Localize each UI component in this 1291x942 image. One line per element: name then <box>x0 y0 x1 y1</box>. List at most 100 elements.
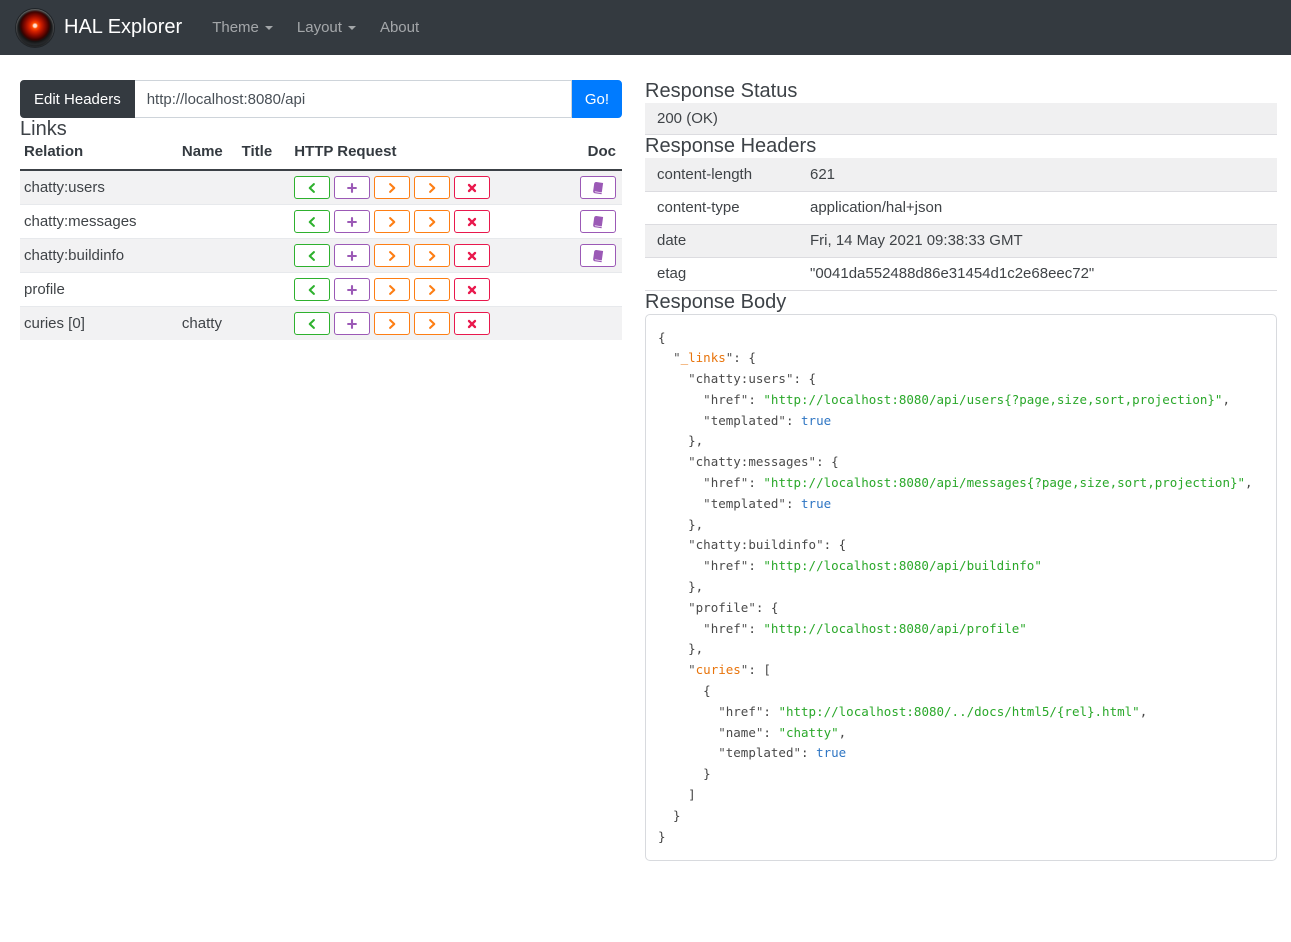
column-header-doc: Doc <box>576 141 622 171</box>
response-panel: Response Status 200 (OK) Response Header… <box>645 80 1277 862</box>
put-request-button[interactable] <box>374 176 411 199</box>
response-headers-body: content-length 621 content-type application… <box>645 158 1277 291</box>
url-input[interactable] <box>134 80 572 118</box>
http-request-cell <box>290 306 576 340</box>
relation-cell: chatty:buildinfo <box>20 238 178 273</box>
plus-icon <box>346 182 358 194</box>
get-request-button[interactable] <box>294 244 331 267</box>
put-request-button[interactable] <box>374 210 411 233</box>
response-header-row: content-type application/hal+json <box>645 191 1277 225</box>
chevron-left-icon <box>306 216 318 228</box>
response-body-code: { "_links": { "chatty:users": { "href": … <box>645 313 1277 862</box>
get-request-button[interactable] <box>294 278 331 301</box>
request-panel: Edit Headers Go! Links Relation Name Tit… <box>20 80 622 340</box>
brand-link[interactable]: HAL Explorer <box>16 8 182 47</box>
x-icon <box>466 318 478 330</box>
relation-cell: profile <box>20 272 178 307</box>
doc-button[interactable] <box>580 244 616 267</box>
patch-request-button[interactable] <box>414 176 451 199</box>
x-icon <box>466 250 478 262</box>
put-request-button[interactable] <box>374 278 411 301</box>
column-header-relation: Relation <box>20 141 178 171</box>
header-value: 621 <box>798 158 1277 192</box>
header-value: Fri, 14 May 2021 09:38:33 GMT <box>798 224 1277 258</box>
chevron-down-icon <box>347 25 356 30</box>
header-name: content-type <box>645 191 798 225</box>
header-name: date <box>645 224 798 258</box>
response-header-row: date Fri, 14 May 2021 09:38:33 GMT <box>645 224 1277 258</box>
put-request-button[interactable] <box>374 312 411 335</box>
post-request-button[interactable] <box>334 312 371 335</box>
delete-request-button[interactable] <box>454 312 491 335</box>
response-header-row: etag "0041da552488d86e31454d1c2e68eec72" <box>645 257 1277 291</box>
table-row: profile <box>20 272 622 307</box>
book-icon <box>591 215 605 229</box>
get-request-button[interactable] <box>294 176 331 199</box>
chevron-right-icon <box>386 216 398 228</box>
doc-cell <box>576 272 622 307</box>
get-request-button[interactable] <box>294 312 331 335</box>
title-cell <box>237 204 291 239</box>
response-header-row: content-length 621 <box>645 158 1277 192</box>
navbar: HAL Explorer Theme Layout About <box>0 0 1291 55</box>
plus-icon <box>346 284 358 296</box>
post-request-button[interactable] <box>334 176 371 199</box>
chevron-right-icon <box>426 284 438 296</box>
main-content: Edit Headers Go! Links Relation Name Tit… <box>0 55 1291 862</box>
relation-cell: curies [0] <box>20 306 178 340</box>
title-cell <box>237 238 291 273</box>
plus-icon <box>346 250 358 262</box>
chevron-down-icon <box>264 25 273 30</box>
post-request-button[interactable] <box>334 278 371 301</box>
nav-item-layout[interactable]: Layout <box>285 11 368 44</box>
delete-request-button[interactable] <box>454 278 491 301</box>
get-request-button[interactable] <box>294 210 331 233</box>
column-header-http-request: HTTP Request <box>290 141 576 171</box>
header-value: "0041da552488d86e31454d1c2e68eec72" <box>798 257 1277 291</box>
chevron-right-icon <box>386 284 398 296</box>
links-table: Relation Name Title HTTP Request Doc cha… <box>20 141 622 340</box>
name-cell <box>177 204 238 239</box>
title-cell <box>237 306 291 340</box>
doc-button[interactable] <box>580 176 616 199</box>
http-request-cell <box>290 272 576 307</box>
patch-request-button[interactable] <box>414 244 451 267</box>
nav-item-theme[interactable]: Theme <box>200 11 285 44</box>
patch-request-button[interactable] <box>414 278 451 301</box>
delete-request-button[interactable] <box>454 210 491 233</box>
links-section-title: Links <box>20 118 67 140</box>
book-icon <box>591 181 605 195</box>
http-request-cell <box>290 204 576 239</box>
column-header-title: Title <box>237 141 291 171</box>
post-request-button[interactable] <box>334 244 371 267</box>
chevron-left-icon <box>306 250 318 262</box>
chevron-right-icon <box>386 250 398 262</box>
x-icon <box>466 284 478 296</box>
doc-cell <box>576 306 622 340</box>
patch-request-button[interactable] <box>414 312 451 335</box>
go-button[interactable]: Go! <box>571 80 622 118</box>
http-request-cell <box>290 170 576 205</box>
patch-request-button[interactable] <box>414 210 451 233</box>
plus-icon <box>346 318 358 330</box>
hal-eye-logo-icon <box>16 8 54 47</box>
chevron-right-icon <box>426 318 438 330</box>
doc-button[interactable] <box>580 210 616 233</box>
table-row: chatty:buildinfo <box>20 238 622 273</box>
name-cell <box>178 170 238 205</box>
post-request-button[interactable] <box>334 210 371 233</box>
delete-request-button[interactable] <box>454 244 491 267</box>
doc-cell <box>576 170 622 205</box>
nav-item-layout-label: Layout <box>296 19 342 36</box>
edit-headers-button[interactable]: Edit Headers <box>20 80 135 118</box>
request-bar: Edit Headers Go! <box>20 80 622 118</box>
nav-item-about[interactable]: About <box>368 11 431 44</box>
relation-cell: chatty:messages <box>20 204 178 239</box>
links-table-body: chatty:users chatty:messages chatty:buil… <box>20 170 622 340</box>
relation-cell: chatty:users <box>24 179 105 196</box>
response-status-value: 200 (OK) <box>645 103 1277 135</box>
chevron-left-icon <box>306 318 318 330</box>
chevron-left-icon <box>306 182 318 194</box>
put-request-button[interactable] <box>374 244 411 267</box>
delete-request-button[interactable] <box>454 176 491 199</box>
